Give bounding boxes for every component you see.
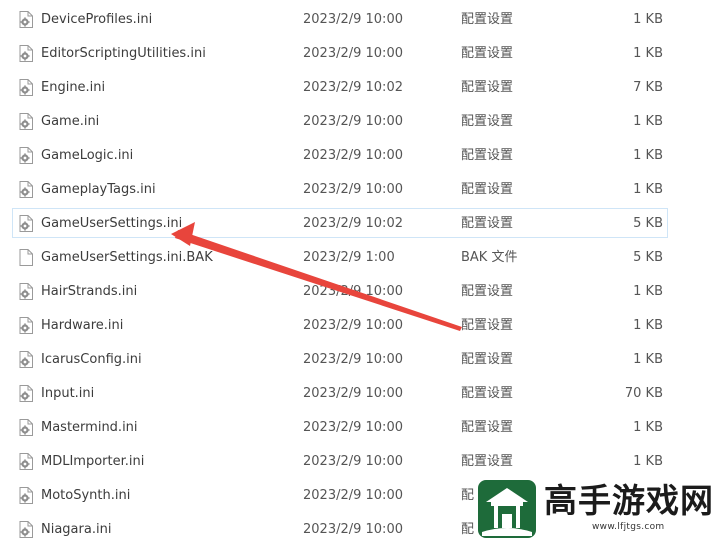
file-name: Hardware.ini xyxy=(41,318,124,333)
file-row[interactable]: EditorScriptingUtilities.ini 2023/2/9 10:… xyxy=(12,38,668,68)
file-date: 2023/2/9 1:00 xyxy=(303,250,395,265)
file-name: Niagara.ini xyxy=(41,522,112,537)
file-size: 1 KB xyxy=(633,182,663,197)
file-name: Input.ini xyxy=(41,386,95,401)
file-type: 配置设置 xyxy=(461,114,514,129)
file-type: 配置设置 xyxy=(461,216,514,231)
file-type: 配置设置 xyxy=(461,420,514,435)
file-type: 配置设置 xyxy=(461,284,514,299)
file-row[interactable]: Hardware.ini 2023/2/9 10:00 配置设置 1 KB xyxy=(12,310,668,340)
file-row[interactable]: Engine.ini 2023/2/9 10:02 配置设置 7 KB xyxy=(12,72,668,102)
file-name: MDLImporter.ini xyxy=(41,454,145,469)
file-size: 1 KB xyxy=(633,454,663,469)
ini-settings-icon xyxy=(19,419,33,436)
ini-settings-icon xyxy=(19,385,33,402)
file-type: BAK 文件 xyxy=(461,250,518,265)
ini-settings-icon xyxy=(19,453,33,470)
file-row[interactable]: GameLogic.ini 2023/2/9 10:00 配置设置 1 KB xyxy=(12,140,668,170)
file-row[interactable]: GameplayTags.ini 2023/2/9 10:00 配置设置 1 KB xyxy=(12,174,668,204)
file-row-selected[interactable]: GameUserSettings.ini 2023/2/9 10:02 配置设置 5 … xyxy=(12,208,668,238)
file-type: 配置设置 xyxy=(461,454,514,469)
file-date: 2023/2/9 10:00 xyxy=(303,420,403,435)
file-date: 2023/2/9 10:00 xyxy=(303,386,403,401)
file-type: 配置设置 xyxy=(461,352,514,367)
ini-settings-icon xyxy=(19,11,33,28)
file-size: 5 KB xyxy=(633,250,663,265)
file-type: 配 xyxy=(461,522,475,537)
file-date: 2023/2/9 10:02 xyxy=(303,80,403,95)
ini-settings-icon xyxy=(19,215,33,232)
file-date: 2023/2/9 10:00 xyxy=(303,182,403,197)
file-type: 配 xyxy=(461,488,475,503)
file-name: Engine.ini xyxy=(41,80,106,95)
file-name: DeviceProfiles.ini xyxy=(41,12,153,27)
file-date: 2023/2/9 10:00 xyxy=(303,488,403,503)
file-row[interactable]: Mastermind.ini 2023/2/9 10:00 配置设置 1 KB xyxy=(12,412,668,442)
ini-settings-icon xyxy=(19,283,33,300)
file-list: DeviceProfiles.ini 2023/2/9 10:00 配置设置 1 KB… xyxy=(0,0,726,542)
file-name: GameUserSettings.ini.BAK xyxy=(41,250,213,265)
file-name: EditorScriptingUtilities.ini xyxy=(41,46,206,61)
file-row[interactable]: IcarusConfig.ini 2023/2/9 10:00 配置设置 1 KB xyxy=(12,344,668,374)
file-row[interactable]: MDLImporter.ini 2023/2/9 10:00 配置设置 1 KB xyxy=(12,446,668,476)
ini-settings-icon xyxy=(19,351,33,368)
file-date: 2023/2/9 10:00 xyxy=(303,318,403,333)
file-row[interactable]: Game.ini 2023/2/9 10:00 配置设置 1 KB xyxy=(12,106,668,136)
file-name: MotoSynth.ini xyxy=(41,488,131,503)
file-size: 1 KB xyxy=(633,114,663,129)
file-type: 配置设置 xyxy=(461,318,514,333)
file-size: 1 KB xyxy=(633,352,663,367)
file-type: 配置设置 xyxy=(461,12,514,27)
file-size: 1 KB xyxy=(633,46,663,61)
file-name: HairStrands.ini xyxy=(41,284,138,299)
file-date: 2023/2/9 10:00 xyxy=(303,12,403,27)
file-name: Game.ini xyxy=(41,114,100,129)
file-date: 2023/2/9 10:00 xyxy=(303,454,403,469)
ini-settings-icon xyxy=(19,317,33,334)
file-size: 5 KB xyxy=(633,216,663,231)
blank-file-icon xyxy=(19,249,33,266)
ini-settings-icon xyxy=(19,181,33,198)
watermark-url: www.lfjtgs.com xyxy=(592,522,665,532)
file-date: 2023/2/9 10:00 xyxy=(303,522,403,537)
file-date: 2023/2/9 10:00 xyxy=(303,148,403,163)
file-name: IcarusConfig.ini xyxy=(41,352,142,367)
ini-settings-icon xyxy=(19,113,33,130)
file-type: 配置设置 xyxy=(461,148,514,163)
file-size: 1 KB xyxy=(633,318,663,333)
file-size: 7 KB xyxy=(633,80,663,95)
ini-settings-icon xyxy=(19,147,33,164)
ini-settings-icon xyxy=(19,45,33,62)
file-date: 2023/2/9 10:00 xyxy=(303,46,403,61)
ini-settings-icon xyxy=(19,487,33,504)
file-name: GameUserSettings.ini xyxy=(41,216,183,231)
file-date: 2023/2/9 10:00 xyxy=(303,114,403,129)
ini-settings-icon xyxy=(19,521,33,538)
file-size: 1 KB xyxy=(633,12,663,27)
file-type: 配置设置 xyxy=(461,46,514,61)
file-size: 1 KB xyxy=(633,148,663,163)
file-row[interactable]: DeviceProfiles.ini 2023/2/9 10:00 配置设置 1 KB xyxy=(12,4,668,34)
file-row[interactable]: HairStrands.ini 2023/2/9 10:00 配置设置 1 KB xyxy=(12,276,668,306)
watermark-title: 高手游戏网 xyxy=(544,481,714,520)
file-name: GameplayTags.ini xyxy=(41,182,156,197)
ini-settings-icon xyxy=(19,79,33,96)
file-row[interactable]: GameUserSettings.ini.BAK 2023/2/9 1:00 BAK… xyxy=(12,242,668,272)
pavilion-logo-icon xyxy=(478,480,536,538)
file-date: 2023/2/9 10:00 xyxy=(303,352,403,367)
file-size: 1 KB xyxy=(633,420,663,435)
file-size: 70 KB xyxy=(624,386,663,401)
file-type: 配置设置 xyxy=(461,182,514,197)
file-name: GameLogic.ini xyxy=(41,148,134,163)
file-date: 2023/2/9 10:00 xyxy=(303,284,403,299)
file-date: 2023/2/9 10:02 xyxy=(303,216,403,231)
file-size: 1 KB xyxy=(633,284,663,299)
file-row[interactable]: Input.ini 2023/2/9 10:00 配置设置 70 KB xyxy=(12,378,668,408)
file-name: Mastermind.ini xyxy=(41,420,138,435)
watermark: 高手游戏网 www.lfjtgs.com xyxy=(476,478,724,540)
file-type: 配置设置 xyxy=(461,80,514,95)
file-type: 配置设置 xyxy=(461,386,514,401)
